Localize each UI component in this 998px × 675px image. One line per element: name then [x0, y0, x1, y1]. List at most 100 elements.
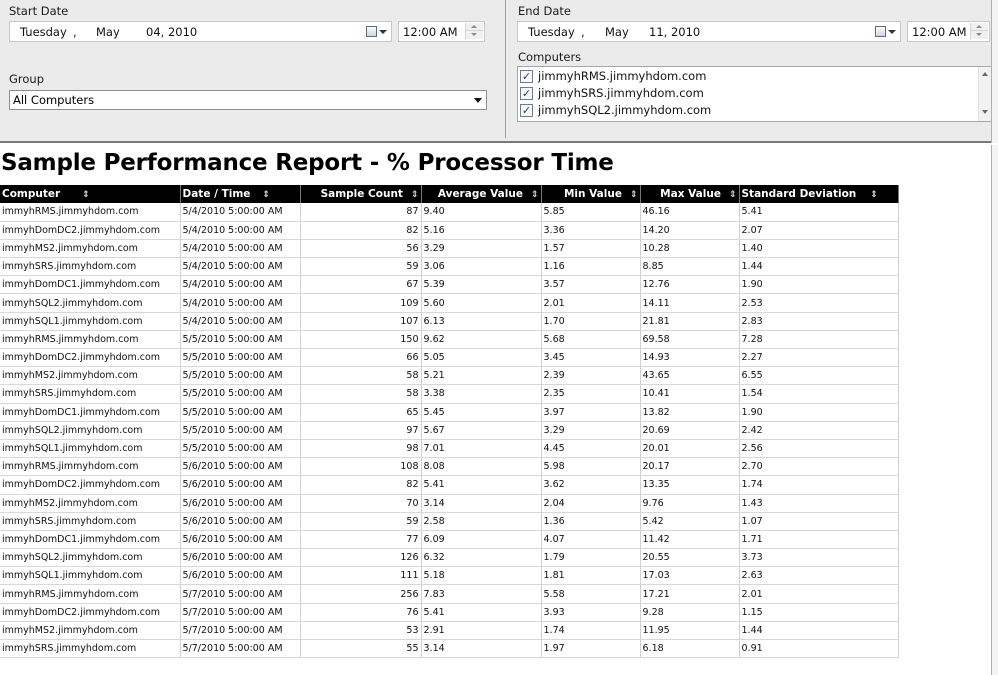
sort-icon[interactable]: ⇕ [82, 190, 90, 200]
cell-datetime: 5/6/2010 5:00:00 AM [180, 475, 301, 495]
sort-icon[interactable]: ⇕ [411, 190, 419, 200]
scroll-down-icon[interactable] [982, 110, 988, 114]
start-date-daynum-year[interactable]: 04, 2010 [146, 25, 197, 39]
table-row: immyhRMS.jimmyhdom.com 5/7/2010 5:00:00 A… [0, 584, 899, 604]
checkbox-checked-icon[interactable]: ✓ [520, 70, 533, 83]
cell-datetime: 5/6/2010 5:00:00 AM [180, 457, 301, 477]
spin-up-icon[interactable] [971, 23, 988, 31]
table-row: immyhDomDC2.jimmyhdom.com 5/5/2010 5:00:0… [0, 348, 899, 368]
cell-min-value: 3.97 [541, 403, 641, 422]
group-select[interactable]: All Computers [9, 90, 487, 110]
cell-computer: immyhRMS.jimmyhdom.com [0, 203, 181, 222]
cell-standard-deviation: 1.74 [739, 475, 899, 495]
cell-average-value: 9.62 [421, 330, 542, 350]
cell-datetime: 5/4/2010 5:00:00 AM [180, 203, 301, 222]
column-header-max-value[interactable]: Max Value ⇕ [640, 185, 740, 203]
end-time-value[interactable]: 12:00 AM [912, 25, 967, 39]
calendar-dropdown-icon[interactable] [874, 25, 896, 39]
cell-standard-deviation: 1.07 [739, 512, 899, 531]
sort-icon[interactable]: ⇕ [870, 190, 878, 200]
cell-datetime: 5/5/2010 5:00:00 AM [180, 348, 301, 368]
start-time-spinner[interactable] [465, 23, 483, 40]
cell-average-value: 5.67 [421, 421, 542, 440]
cell-min-value: 3.57 [541, 275, 641, 295]
cell-computer: immyhDomDC1.jimmyhdom.com [0, 403, 181, 422]
cell-sample-count: 150 [300, 330, 422, 350]
cell-max-value: 12.76 [640, 275, 740, 295]
cell-average-value: 5.05 [421, 348, 542, 368]
cell-standard-deviation: 1.40 [739, 239, 899, 259]
sort-icon[interactable]: ⇕ [531, 190, 539, 200]
window-frame-right-lower [991, 145, 998, 675]
cell-max-value: 5.42 [640, 512, 740, 531]
cell-sample-count: 109 [300, 293, 422, 313]
window-frame-right [991, 0, 998, 143]
sort-icon[interactable]: ⇕ [630, 190, 638, 200]
start-time-field[interactable]: 12:00 AM [398, 21, 485, 42]
cell-min-value: 3.93 [541, 603, 641, 622]
cell-computer: immyhSQL1.jimmyhdom.com [0, 439, 181, 459]
cell-standard-deviation: 2.70 [739, 457, 899, 477]
end-date-daynum-year[interactable]: 11, 2010 [649, 25, 700, 39]
sort-icon[interactable]: ⇕ [729, 190, 737, 200]
table-row: immyhDomDC2.jimmyhdom.com 5/6/2010 5:00:0… [0, 475, 899, 495]
spin-down-icon[interactable] [466, 31, 483, 39]
spin-down-icon[interactable] [971, 31, 988, 39]
column-header-computer[interactable]: Computer ⇕ [0, 185, 181, 203]
checkbox-checked-icon[interactable]: ✓ [520, 104, 533, 117]
cell-average-value: 3.14 [421, 494, 542, 513]
listbox-scrollbar[interactable] [978, 67, 992, 121]
checkbox-checked-icon[interactable]: ✓ [520, 87, 533, 100]
cell-max-value: 13.35 [640, 475, 740, 495]
cell-datetime: 5/7/2010 5:00:00 AM [180, 584, 301, 604]
computer-name[interactable]: jimmyhSRS.jimmyhdom.com [538, 86, 704, 100]
start-date-picker[interactable]: Tuesday , May 04, 2010 [9, 21, 392, 42]
cell-computer: immyhSQL2.jimmyhdom.com [0, 548, 181, 568]
start-time-value[interactable]: 12:00 AM [403, 25, 458, 39]
computer-name[interactable]: jimmyhSQL2.jimmyhdom.com [538, 103, 711, 117]
column-header-average-value[interactable]: Average Value ⇕ [421, 185, 542, 203]
sort-icon[interactable]: ⇕ [262, 190, 270, 200]
end-time-field[interactable]: 12:00 AM [907, 21, 990, 42]
cell-computer: immyhSQL2.jimmyhdom.com [0, 421, 181, 440]
end-time-spinner[interactable] [970, 23, 988, 40]
cell-max-value: 43.65 [640, 366, 740, 386]
cell-min-value: 1.79 [541, 548, 641, 568]
cell-computer: immyhDomDC2.jimmyhdom.com [0, 475, 181, 495]
table-row: immyhSQL2.jimmyhdom.com 5/6/2010 5:00:00 … [0, 548, 899, 568]
start-date-day[interactable]: Tuesday [20, 25, 67, 39]
scroll-up-icon[interactable] [982, 72, 988, 76]
cell-standard-deviation: 1.44 [739, 621, 899, 641]
cell-min-value: 1.57 [541, 239, 641, 259]
column-header-standard-deviation[interactable]: Standard Deviation ⇕ [739, 185, 899, 203]
cell-computer: immyhSRS.jimmyhdom.com [0, 512, 181, 531]
cell-standard-deviation: 1.71 [739, 530, 899, 550]
chevron-down-icon[interactable] [474, 98, 482, 103]
cell-datetime: 5/6/2010 5:00:00 AM [180, 566, 301, 586]
cell-computer: immyhSQL1.jimmyhdom.com [0, 566, 181, 586]
column-header-min-value[interactable]: Min Value ⇕ [541, 185, 641, 203]
cell-datetime: 5/4/2010 5:00:00 AM [180, 239, 301, 259]
computers-label: Computers [518, 50, 582, 64]
cell-computer: immyhSQL1.jimmyhdom.com [0, 312, 181, 331]
cell-average-value: 9.40 [421, 203, 542, 222]
cell-min-value: 1.16 [541, 257, 641, 277]
cell-datetime: 5/4/2010 5:00:00 AM [180, 293, 301, 313]
computer-name[interactable]: jimmyhRMS.jimmyhdom.com [538, 69, 706, 83]
computers-listbox[interactable]: ✓ jimmyhRMS.jimmyhdom.com ✓ jimmyhSRS.ji… [517, 66, 993, 122]
start-date-month[interactable]: May [96, 25, 120, 39]
group-select-value[interactable]: All Computers [13, 93, 94, 107]
cell-max-value: 11.42 [640, 530, 740, 550]
cell-computer: immyhDomDC2.jimmyhdom.com [0, 603, 181, 622]
cell-average-value: 5.21 [421, 366, 542, 386]
column-header-sample-count[interactable]: Sample Count ⇕ [300, 185, 422, 203]
cell-min-value: 1.74 [541, 621, 641, 641]
end-date-picker[interactable]: Tuesday , May 11, 2010 [517, 21, 901, 42]
calendar-dropdown-icon[interactable] [365, 25, 387, 39]
cell-sample-count: 107 [300, 312, 422, 331]
spin-up-icon[interactable] [466, 23, 483, 31]
end-date-day[interactable]: Tuesday [528, 25, 575, 39]
column-header-datetime[interactable]: Date / Time ⇕ [180, 185, 301, 203]
end-date-month[interactable]: May [605, 25, 629, 39]
cell-min-value: 4.07 [541, 530, 641, 550]
